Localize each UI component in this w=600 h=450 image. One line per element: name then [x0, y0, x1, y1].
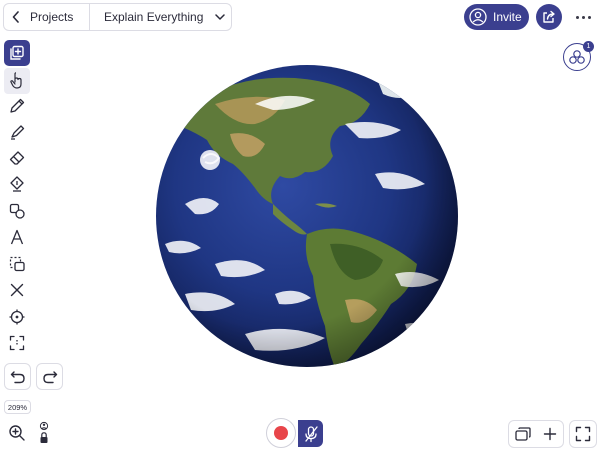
invite-label: Invite [493, 10, 522, 24]
plus-icon [543, 427, 556, 441]
tool-hand[interactable] [4, 68, 30, 94]
eraser-icon [9, 151, 25, 165]
slides-icon [514, 427, 531, 441]
back-to-projects-button[interactable]: Projects [4, 4, 90, 30]
slides-overview-button[interactable] [509, 421, 536, 447]
slides-controls [508, 420, 564, 448]
share-icon [543, 10, 555, 23]
selection-icon [9, 256, 25, 272]
invite-button[interactable]: Invite [464, 4, 529, 30]
record-button[interactable] [266, 418, 296, 448]
dot-icon [587, 15, 591, 19]
undo-icon [10, 370, 25, 383]
collaborators-icon [569, 50, 585, 64]
fullscreen-button[interactable] [569, 420, 597, 448]
tool-laser[interactable] [4, 277, 30, 303]
tool-select[interactable] [4, 251, 30, 277]
add-user-icon [469, 8, 487, 26]
chevron-left-icon [12, 11, 19, 23]
earth-globe-image[interactable] [155, 64, 459, 368]
record-dot-icon [274, 426, 288, 440]
tool-pen[interactable] [4, 93, 30, 119]
frame-icon [9, 335, 25, 351]
close-x-icon [10, 283, 24, 297]
tool-add-slide[interactable] [4, 40, 30, 66]
lock-toggle[interactable] [36, 420, 52, 446]
add-slide-button[interactable] [536, 421, 563, 447]
zoom-button[interactable] [5, 421, 29, 445]
tool-eraser[interactable] [4, 145, 30, 171]
top-bar: Projects Explain Everything [3, 3, 232, 31]
fill-icon [10, 176, 24, 192]
redo-icon [42, 370, 57, 383]
more-options-button[interactable] [569, 8, 597, 26]
dot-icon [581, 15, 585, 19]
add-slide-icon [10, 45, 24, 60]
microphone-toggle[interactable] [298, 420, 323, 447]
tool-text[interactable] [4, 224, 30, 250]
tool-crop[interactable] [4, 330, 30, 356]
zoom-in-icon [9, 425, 25, 441]
collaborators-count-badge: 1 [583, 41, 594, 52]
lock-icon [39, 421, 49, 443]
back-label: Projects [30, 10, 74, 24]
tool-fill[interactable] [4, 171, 30, 197]
highlighter-icon [11, 125, 25, 140]
dot-icon [575, 15, 579, 19]
fullscreen-icon [575, 426, 591, 442]
document-title-dropdown[interactable]: Explain Everything [90, 10, 231, 24]
tool-pointer[interactable] [4, 304, 30, 330]
pen-icon [10, 98, 25, 113]
tool-shapes[interactable] [4, 198, 30, 224]
collaboration-button[interactable]: 1 [563, 41, 594, 71]
microphone-off-icon [304, 425, 318, 442]
tool-highlighter[interactable] [4, 119, 30, 145]
undo-button[interactable] [4, 363, 31, 390]
redo-button[interactable] [36, 363, 63, 390]
crosshair-icon [9, 309, 25, 325]
share-button[interactable] [536, 4, 562, 30]
shapes-icon [9, 203, 25, 219]
zoom-level-indicator[interactable]: 209% [4, 400, 31, 414]
document-title: Explain Everything [104, 10, 204, 24]
chevron-down-icon [215, 14, 226, 20]
hand-pointer-icon [10, 72, 22, 89]
text-icon [10, 229, 24, 245]
